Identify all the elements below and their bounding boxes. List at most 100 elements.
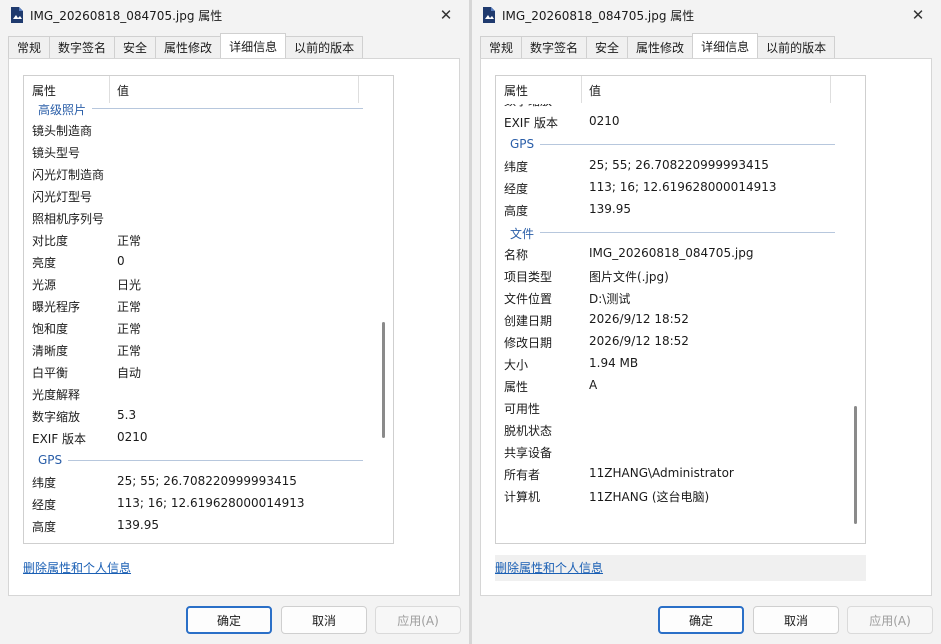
tab-details[interactable]: 详细信息 bbox=[220, 33, 287, 58]
property-row[interactable]: 经度 113; 16; 12.619628000014913 bbox=[24, 493, 393, 515]
property-row[interactable]: 镜头型号 bbox=[24, 141, 393, 163]
property-name: 经度 bbox=[32, 498, 57, 512]
property-row[interactable]: 高度 139.95 bbox=[496, 199, 865, 221]
tab-general[interactable]: 常规 bbox=[8, 36, 51, 58]
close-icon: ✕ bbox=[911, 6, 925, 24]
property-row[interactable]: 所有者 11ZHANG\Administrator bbox=[496, 463, 865, 485]
property-row[interactable]: 文件位置 D:\测试 bbox=[496, 287, 865, 309]
property-row[interactable]: 数字缩放 5.3 bbox=[24, 405, 393, 427]
column-separator[interactable] bbox=[581, 76, 582, 103]
property-name: 计算机 bbox=[504, 490, 541, 504]
property-row[interactable]: EXIF 版本 0210 bbox=[24, 427, 393, 449]
property-row[interactable]: EXIF 版本 0210 bbox=[496, 111, 865, 133]
property-row[interactable]: 闪光灯制造商 bbox=[24, 163, 393, 185]
property-row[interactable]: 清晰度 正常 bbox=[24, 339, 393, 361]
remove-properties-link[interactable]: 删除属性和个人信息 bbox=[23, 559, 131, 576]
property-name: EXIF 版本 bbox=[504, 116, 559, 130]
tab-strip: 常规 数字签名 安全 属性修改 详细信息 以前的版本 bbox=[8, 33, 364, 58]
property-row[interactable]: 修改日期 2026/9/12 18:52 bbox=[496, 331, 865, 353]
tab-digital-signature[interactable]: 数字签名 bbox=[49, 36, 116, 58]
property-name: 光度解释 bbox=[32, 388, 81, 402]
property-row[interactable]: 纬度 25; 55; 26.708220999993415 bbox=[24, 471, 393, 493]
property-row[interactable]: 脱机状态 bbox=[496, 419, 865, 441]
property-name: 白平衡 bbox=[32, 366, 69, 380]
property-name: 亮度 bbox=[32, 256, 57, 270]
group-divider bbox=[510, 232, 835, 233]
property-row[interactable]: 高度 139.95 bbox=[24, 515, 393, 537]
property-name: 饱和度 bbox=[32, 322, 69, 336]
property-value: 113; 16; 12.619628000014913 bbox=[117, 496, 305, 510]
property-name: 共享设备 bbox=[504, 446, 553, 460]
property-row[interactable]: 亮度 0 bbox=[24, 251, 393, 273]
tab-general[interactable]: 常规 bbox=[480, 36, 523, 58]
property-row[interactable]: 属性 A bbox=[496, 375, 865, 397]
property-value: D:\测试 bbox=[589, 292, 631, 306]
property-row[interactable]: 照相机序列号 bbox=[24, 207, 393, 229]
cancel-button[interactable]: 取消 bbox=[753, 606, 839, 634]
close-button[interactable]: ✕ bbox=[907, 4, 929, 26]
column-separator[interactable] bbox=[358, 76, 359, 103]
property-value: 0 bbox=[117, 254, 125, 268]
property-row[interactable]: 项目类型 图片文件(.jpg) bbox=[496, 265, 865, 287]
column-header-value[interactable]: 值 bbox=[589, 82, 601, 99]
property-value: 11ZHANG (这台电脑) bbox=[589, 490, 710, 504]
property-name: 可用性 bbox=[504, 402, 541, 416]
column-header-value[interactable]: 值 bbox=[117, 82, 129, 99]
property-name: 项目类型 bbox=[504, 270, 553, 284]
property-row[interactable]: 纬度 25; 55; 26.708220999993415 bbox=[496, 155, 865, 177]
tab-attribute-edit[interactable]: 属性修改 bbox=[155, 36, 222, 58]
apply-button[interactable]: 应用(A) bbox=[375, 606, 461, 634]
property-row[interactable]: 镜头制造商 bbox=[24, 119, 393, 141]
property-list[interactable]: 高级照片 镜头制造商 镜头型号 闪光灯制造商 闪光灯型号 照相机序列号 对比度 正常 亮度 0 光源… bbox=[23, 75, 394, 544]
remove-properties-link[interactable]: 删除属性和个人信息 bbox=[495, 559, 603, 576]
ok-button[interactable]: 确定 bbox=[186, 606, 272, 634]
vertical-scrollbar[interactable] bbox=[854, 406, 857, 524]
close-button[interactable]: ✕ bbox=[435, 4, 457, 26]
property-row[interactable]: 计算机 11ZHANG (这台电脑) bbox=[496, 485, 865, 507]
column-header-property[interactable]: 属性 bbox=[32, 82, 56, 99]
property-row[interactable]: 曝光程序 正常 bbox=[24, 295, 393, 317]
title-bar[interactable]: IMG_20260818_084705.jpg 属性 ✕ bbox=[0, 0, 469, 32]
property-row[interactable]: 白平衡 自动 bbox=[24, 361, 393, 383]
property-value: 11ZHANG\Administrator bbox=[589, 466, 734, 480]
property-row[interactable]: 名称 IMG_20260818_084705.jpg bbox=[496, 243, 865, 265]
column-separator[interactable] bbox=[109, 76, 110, 103]
group-header: GPS bbox=[24, 449, 393, 471]
property-list[interactable]: 数字缩放5.3EXIF 版本0210GPS纬度25; 55; 26.708220… bbox=[495, 75, 866, 544]
tab-previous-versions[interactable]: 以前的版本 bbox=[757, 36, 836, 58]
column-separator[interactable] bbox=[830, 76, 831, 103]
property-row[interactable]: 经度 113; 16; 12.619628000014913 bbox=[496, 177, 865, 199]
property-row[interactable]: 创建日期 2026/9/12 18:52 bbox=[496, 309, 865, 331]
tab-details[interactable]: 详细信息 bbox=[692, 33, 759, 58]
property-row[interactable]: 光源 日光 bbox=[24, 273, 393, 295]
property-row[interactable]: 共享设备 bbox=[496, 441, 865, 463]
property-row[interactable]: 饱和度 正常 bbox=[24, 317, 393, 339]
column-header-property[interactable]: 属性 bbox=[504, 82, 528, 99]
tab-previous-versions[interactable]: 以前的版本 bbox=[285, 36, 364, 58]
cancel-button[interactable]: 取消 bbox=[281, 606, 367, 634]
vertical-scrollbar[interactable] bbox=[382, 322, 385, 438]
tab-strip: 常规 数字签名 安全 属性修改 详细信息 以前的版本 bbox=[480, 33, 836, 58]
property-name: 对比度 bbox=[32, 234, 69, 248]
property-value: 自动 bbox=[117, 366, 142, 380]
property-row[interactable]: 大小 1.94 MB bbox=[496, 353, 865, 375]
tab-security[interactable]: 安全 bbox=[114, 36, 157, 58]
property-row[interactable]: 光度解释 bbox=[24, 383, 393, 405]
tab-security[interactable]: 安全 bbox=[586, 36, 629, 58]
tab-digital-signature[interactable]: 数字签名 bbox=[521, 36, 588, 58]
property-row[interactable]: 可用性 bbox=[496, 397, 865, 419]
property-row[interactable]: 对比度 正常 bbox=[24, 229, 393, 251]
property-name: 脱机状态 bbox=[504, 424, 553, 438]
property-name: 数字缩放 bbox=[32, 410, 81, 424]
ok-button[interactable]: 确定 bbox=[658, 606, 744, 634]
apply-button[interactable]: 应用(A) bbox=[847, 606, 933, 634]
property-value: 113; 16; 12.619628000014913 bbox=[589, 180, 777, 194]
property-row[interactable]: 闪光灯型号 bbox=[24, 185, 393, 207]
property-value: 5.3 bbox=[117, 408, 137, 422]
title-bar[interactable]: IMG_20260818_084705.jpg 属性 ✕ bbox=[472, 0, 941, 32]
property-name: EXIF 版本 bbox=[32, 432, 87, 446]
property-value: 日光 bbox=[117, 278, 142, 292]
group-name: GPS bbox=[38, 453, 69, 467]
property-name: 闪光灯制造商 bbox=[32, 168, 105, 182]
tab-attribute-edit[interactable]: 属性修改 bbox=[627, 36, 694, 58]
